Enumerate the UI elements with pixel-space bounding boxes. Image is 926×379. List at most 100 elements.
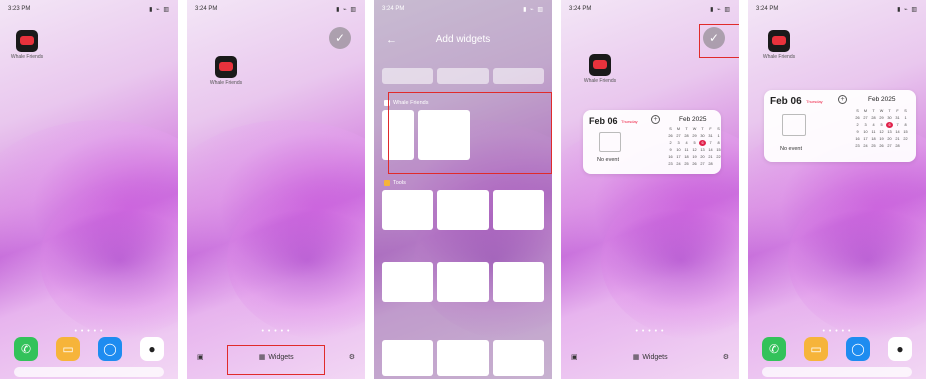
calendar-day[interactable]: 9 (854, 129, 861, 135)
calendar-day[interactable] (902, 143, 909, 149)
calendar-day[interactable]: 14 (707, 147, 714, 153)
calendar-day[interactable]: 28 (870, 115, 877, 121)
calendar-day[interactable]: 30 (886, 115, 893, 121)
notes-icon[interactable]: ▭ (56, 337, 80, 361)
calendar-day[interactable]: 20 (886, 136, 893, 142)
camera-icon[interactable]: ● (888, 337, 912, 361)
calendar-day[interactable]: 1 (902, 115, 909, 121)
widget-tile[interactable] (382, 68, 434, 84)
calendar-day[interactable]: 20 (699, 154, 706, 160)
widgets-button[interactable]: ▦ Widgets (633, 353, 668, 362)
wallpaper-icon[interactable]: ▣ (197, 353, 204, 361)
calendar-day[interactable]: 5 (691, 140, 698, 146)
calendar-day[interactable]: 9 (667, 147, 674, 153)
calendar-day[interactable]: 2 (667, 140, 674, 146)
calendar-day[interactable]: 4 (683, 140, 690, 146)
whale-friends-app-icon[interactable] (215, 56, 237, 78)
calendar-day[interactable]: 30 (699, 133, 706, 139)
calendar-day[interactable]: 15 (715, 147, 722, 153)
phone-icon[interactable]: ✆ (762, 337, 786, 361)
calendar-day[interactable]: 3 (862, 122, 869, 128)
done-check-icon[interactable]: ✓ (329, 27, 351, 49)
calendar-day[interactable]: 27 (675, 133, 682, 139)
wallpaper-icon[interactable]: ▣ (571, 353, 578, 361)
calendar-day[interactable]: 14 (894, 129, 901, 135)
calendar-day[interactable]: 27 (862, 115, 869, 121)
whale-friends-app-icon[interactable] (16, 30, 38, 52)
calendar-day[interactable]: 31 (894, 115, 901, 121)
calendar-day[interactable]: 22 (715, 154, 722, 160)
calendar-day[interactable]: 4 (870, 122, 877, 128)
messages-icon[interactable]: ◯ (98, 337, 122, 361)
widget-tile[interactable] (492, 340, 544, 376)
calendar-day[interactable]: 26 (691, 161, 698, 167)
calendar-day[interactable]: 12 (691, 147, 698, 153)
widget-tile[interactable] (437, 68, 489, 84)
add-event-icon[interactable]: + (838, 95, 847, 104)
settings-icon[interactable]: ⚙ (723, 353, 729, 361)
calendar-day[interactable]: 19 (878, 136, 885, 142)
calendar-day[interactable]: 27 (699, 161, 706, 167)
settings-icon[interactable]: ⚙ (349, 353, 355, 361)
calendar-day[interactable]: 11 (683, 147, 690, 153)
calendar-day[interactable]: 3 (675, 140, 682, 146)
calendar-day[interactable]: 11 (870, 129, 877, 135)
calendar-day[interactable]: 24 (862, 143, 869, 149)
phone-icon[interactable]: ✆ (14, 337, 38, 361)
calendar-day[interactable]: 17 (862, 136, 869, 142)
widget-tile[interactable] (492, 262, 544, 302)
calendar-day[interactable]: 29 (878, 115, 885, 121)
widget-tile[interactable] (492, 190, 544, 230)
calendar-day[interactable]: 13 (886, 129, 893, 135)
whale-friends-app-icon[interactable] (589, 54, 611, 76)
calendar-day[interactable]: 18 (683, 154, 690, 160)
calendar-day[interactable]: 8 (715, 140, 722, 146)
calendar-day[interactable] (715, 161, 722, 167)
widget-tile[interactable] (437, 190, 489, 230)
calendar-day[interactable]: 12 (878, 129, 885, 135)
search-bar[interactable] (14, 367, 164, 377)
calendar-day[interactable]: 2 (854, 122, 861, 128)
calendar-day[interactable]: 6 (886, 122, 893, 128)
calendar-day[interactable]: 23 (854, 143, 861, 149)
widget-tile[interactable] (437, 340, 489, 376)
calendar-day[interactable]: 10 (862, 129, 869, 135)
calendar-widget[interactable]: Feb 06 Thursday + Feb 2025 No event SMTW… (764, 90, 916, 162)
calendar-day[interactable]: 1 (715, 133, 722, 139)
calendar-day[interactable]: 21 (707, 154, 714, 160)
calendar-day[interactable]: 28 (683, 133, 690, 139)
calendar-day[interactable]: 7 (707, 140, 714, 146)
calendar-day[interactable]: 26 (854, 115, 861, 121)
widget-tile[interactable] (492, 68, 544, 84)
calendar-widget[interactable]: Feb 06 Thursday + Feb 2025 No event SMTW… (583, 110, 721, 174)
calendar-day[interactable]: 19 (691, 154, 698, 160)
search-bar[interactable] (762, 367, 912, 377)
calendar-day[interactable]: 24 (675, 161, 682, 167)
notes-icon[interactable]: ▭ (804, 337, 828, 361)
calendar-day[interactable]: 21 (894, 136, 901, 142)
widget-tile[interactable] (382, 262, 434, 302)
camera-icon[interactable]: ● (140, 337, 164, 361)
calendar-day[interactable]: 8 (902, 122, 909, 128)
calendar-day[interactable]: 7 (894, 122, 901, 128)
calendar-day[interactable]: 17 (675, 154, 682, 160)
calendar-day[interactable]: 13 (699, 147, 706, 153)
calendar-day[interactable]: 28 (894, 143, 901, 149)
calendar-day[interactable]: 28 (707, 161, 714, 167)
calendar-day[interactable]: 26 (878, 143, 885, 149)
calendar-day[interactable]: 6 (699, 140, 706, 146)
calendar-day[interactable]: 29 (691, 133, 698, 139)
add-event-icon[interactable]: + (651, 115, 660, 124)
widget-tile[interactable] (437, 262, 489, 302)
calendar-day[interactable]: 25 (683, 161, 690, 167)
calendar-day[interactable]: 5 (878, 122, 885, 128)
calendar-day[interactable]: 25 (870, 143, 877, 149)
calendar-day[interactable]: 23 (667, 161, 674, 167)
calendar-day[interactable]: 26 (667, 133, 674, 139)
calendar-day[interactable]: 22 (902, 136, 909, 142)
widget-tile[interactable] (382, 190, 434, 230)
calendar-day[interactable]: 27 (886, 143, 893, 149)
calendar-day[interactable]: 10 (675, 147, 682, 153)
calendar-day[interactable]: 31 (707, 133, 714, 139)
calendar-day[interactable]: 16 (854, 136, 861, 142)
